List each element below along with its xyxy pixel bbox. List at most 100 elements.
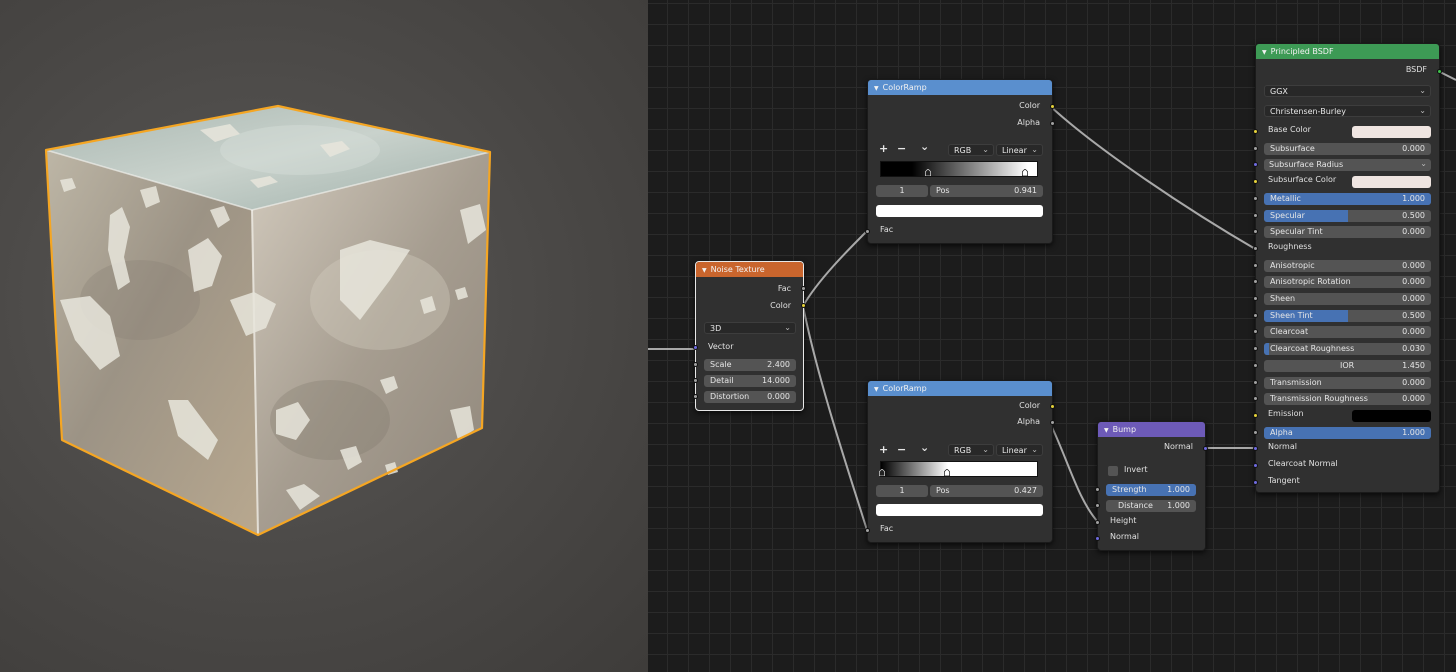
collapse-arrow-icon[interactable]: ▼ (1104, 427, 1109, 434)
interpolation-dropdown[interactable]: Linear ⌄ (996, 144, 1043, 156)
principled-bsdf-node[interactable]: ▼ Principled BSDF BSDF GGX ⌄ Christensen-… (1253, 43, 1442, 493)
sheen-tint-field[interactable]: Sheen Tint 0.500 (1264, 310, 1431, 322)
colorramp-top-node[interactable]: ▼ ColorRamp Color Alpha + − ⌄ RGB ⌄ Linea… (865, 79, 1055, 244)
collapse-arrow-icon[interactable]: ▼ (874, 386, 879, 393)
sheen-socket[interactable] (1253, 296, 1258, 301)
normal-input-socket[interactable] (1095, 536, 1100, 541)
ramp-stop-marker-active[interactable] (943, 469, 950, 476)
sheen-tint-socket[interactable] (1253, 313, 1258, 318)
anisotropic-socket[interactable] (1253, 263, 1258, 268)
strength-socket[interactable] (1095, 487, 1100, 492)
add-stop-button[interactable]: + (879, 444, 888, 456)
output-color-socket[interactable] (1050, 104, 1055, 109)
collapse-arrow-icon[interactable]: ▼ (1262, 49, 1267, 56)
shader-node-editor[interactable]: ▼ Noise Texture Fac Color 3D ⌄ Vector Sca… (648, 0, 1456, 672)
ramp-stop-marker[interactable] (924, 169, 931, 176)
anisotropic-field[interactable]: Anisotropic 0.000 (1264, 260, 1431, 272)
collapse-arrow-icon[interactable]: ▼ (874, 85, 879, 92)
noise-texture-node[interactable]: ▼ Noise Texture Fac Color 3D ⌄ Vector Sca… (693, 261, 806, 411)
colorramp-bottom-header[interactable]: ▼ ColorRamp (868, 381, 1052, 396)
bump-node[interactable]: ▼ Bump Normal Invert Strength 1.000 Dista… (1095, 421, 1208, 551)
distribution-dropdown[interactable]: GGX ⌄ (1264, 85, 1431, 97)
metallic-socket[interactable] (1253, 196, 1258, 201)
stop-index-field[interactable]: 1 (876, 485, 928, 497)
color-ramp-gradient[interactable] (880, 161, 1038, 177)
colorramp-top-header[interactable]: ▼ ColorRamp (868, 80, 1052, 95)
output-alpha-socket[interactable] (1050, 121, 1055, 126)
color-mode-dropdown[interactable]: RGB ⌄ (948, 444, 994, 456)
output-alpha-socket[interactable] (1050, 420, 1055, 425)
3d-viewport[interactable] (0, 0, 648, 672)
input-fac-socket[interactable] (865, 229, 870, 234)
transmission-socket[interactable] (1253, 380, 1258, 385)
principled-bsdf-header[interactable]: ▼ Principled BSDF (1256, 44, 1439, 59)
specular-tint-socket[interactable] (1253, 229, 1258, 234)
anisotropic-rotation-socket[interactable] (1253, 279, 1258, 284)
metallic-field[interactable]: Metallic 1.000 (1264, 193, 1431, 205)
output-bsdf-socket[interactable] (1437, 69, 1442, 74)
scale-field[interactable]: Scale 2.400 (704, 359, 796, 371)
color-ramp-gradient[interactable] (880, 461, 1038, 477)
normal-socket[interactable] (1253, 446, 1258, 451)
ior-socket[interactable] (1253, 363, 1258, 368)
remove-stop-button[interactable]: − (897, 143, 906, 155)
subsurface-field[interactable]: Subsurface 0.000 (1264, 143, 1431, 155)
transmission-roughness-socket[interactable] (1253, 396, 1258, 401)
subsurface-socket[interactable] (1253, 146, 1258, 151)
colorramp-bottom-node[interactable]: ▼ ColorRamp Color Alpha + − ⌄ RGB ⌄ Linea… (865, 380, 1055, 543)
alpha-socket[interactable] (1253, 430, 1258, 435)
dimensions-dropdown[interactable]: 3D ⌄ (704, 322, 796, 334)
stop-index-field[interactable]: 1 (876, 185, 928, 197)
tangent-socket[interactable] (1253, 480, 1258, 485)
subsurface-color-swatch[interactable] (1352, 176, 1431, 188)
specular-field[interactable]: Specular 0.500 (1264, 210, 1431, 222)
detail-socket[interactable] (693, 378, 698, 383)
collapse-arrow-icon[interactable]: ▼ (702, 267, 707, 274)
remove-stop-button[interactable]: − (897, 444, 906, 456)
stop-color-swatch[interactable] (876, 504, 1043, 516)
specular-socket[interactable] (1253, 213, 1258, 218)
clearcoat-roughness-socket[interactable] (1253, 346, 1258, 351)
clearcoat-socket[interactable] (1253, 329, 1258, 334)
color-mode-dropdown[interactable]: RGB ⌄ (948, 144, 994, 156)
ramp-menu-button[interactable]: ⌄ (920, 442, 929, 454)
alpha-field[interactable]: Alpha 1.000 (1264, 427, 1431, 439)
subsurface-method-dropdown[interactable]: Christensen-Burley ⌄ (1264, 105, 1431, 117)
distance-socket[interactable] (1095, 503, 1100, 508)
emission-socket[interactable] (1253, 413, 1258, 418)
cube-render[interactable] (0, 0, 648, 672)
scale-socket[interactable] (693, 362, 698, 367)
input-fac-socket[interactable] (865, 528, 870, 533)
clearcoat-roughness-field[interactable]: Clearcoat Roughness 0.030 (1264, 343, 1431, 355)
clearcoat-normal-socket[interactable] (1253, 463, 1258, 468)
subsurface-radius-dropdown[interactable]: Subsurface Radius ⌄ (1264, 159, 1431, 171)
anisotropic-rotation-field[interactable]: Anisotropic Rotation 0.000 (1264, 276, 1431, 288)
strength-field[interactable]: Strength 1.000 (1106, 484, 1196, 496)
ramp-stop-marker[interactable] (879, 469, 885, 476)
add-stop-button[interactable]: + (879, 143, 888, 155)
stop-pos-field[interactable]: Pos 0.427 (930, 485, 1043, 497)
base-color-socket[interactable] (1253, 129, 1258, 134)
output-color-socket[interactable] (801, 303, 806, 308)
distortion-field[interactable]: Distortion 0.000 (704, 391, 796, 403)
output-fac-socket[interactable] (801, 286, 806, 291)
ramp-stop-marker-active[interactable] (1022, 169, 1029, 176)
clearcoat-field[interactable]: Clearcoat 0.000 (1264, 326, 1431, 338)
distance-field[interactable]: Distance 1.000 (1106, 500, 1196, 512)
stop-pos-field[interactable]: Pos 0.941 (930, 185, 1043, 197)
bump-header[interactable]: ▼ Bump (1098, 422, 1205, 437)
stop-color-swatch[interactable] (876, 205, 1043, 217)
output-color-socket[interactable] (1050, 404, 1055, 409)
subsurface-radius-socket[interactable] (1253, 162, 1258, 167)
emission-swatch[interactable] (1352, 410, 1431, 422)
transmission-roughness-field[interactable]: Transmission Roughness 0.000 (1264, 393, 1431, 405)
interpolation-dropdown[interactable]: Linear ⌄ (996, 444, 1043, 456)
sheen-field[interactable]: Sheen 0.000 (1264, 293, 1431, 305)
vector-input-socket[interactable] (693, 345, 698, 350)
subsurface-color-socket[interactable] (1253, 179, 1258, 184)
base-color-swatch[interactable] (1352, 126, 1431, 138)
noise-texture-header[interactable]: ▼ Noise Texture (696, 262, 803, 277)
specular-tint-field[interactable]: Specular Tint 0.000 (1264, 226, 1431, 238)
transmission-field[interactable]: Transmission 0.000 (1264, 377, 1431, 389)
detail-field[interactable]: Detail 14.000 (704, 375, 796, 387)
